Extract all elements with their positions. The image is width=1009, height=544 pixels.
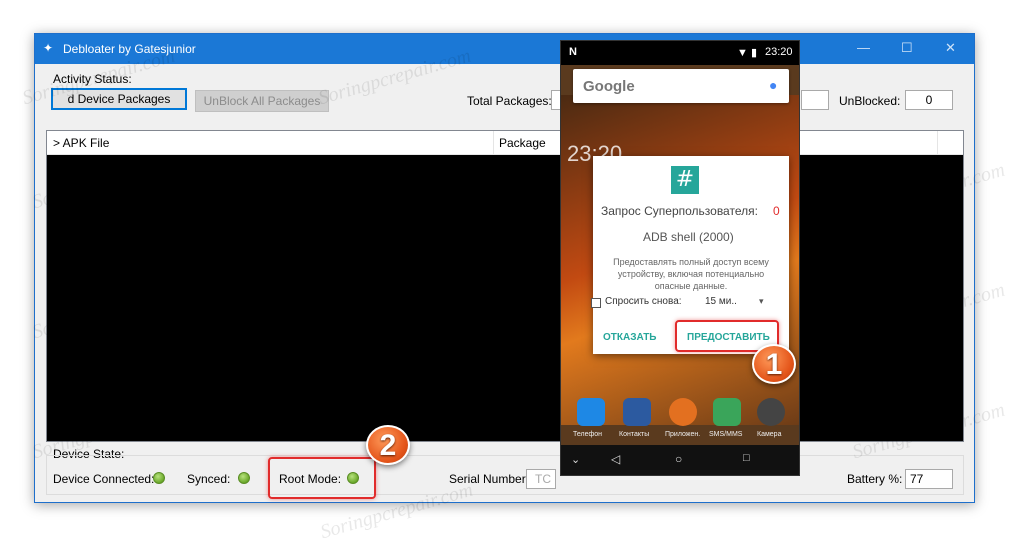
app-logo-icon: ✦ xyxy=(43,41,54,55)
phone-status-bar: N ▼ ▮ 23:20 xyxy=(561,41,799,65)
wifi-battery-icon: ▼ ▮ xyxy=(737,47,757,59)
recents-icon[interactable]: □ xyxy=(743,452,750,464)
dock-label: Приложен. xyxy=(665,431,701,438)
back-icon[interactable]: ◁ xyxy=(611,452,620,466)
battery-label: Battery %: xyxy=(847,472,903,486)
mic-icon[interactable]: ● xyxy=(769,77,777,93)
close-icon[interactable]: ✕ xyxy=(945,40,956,56)
device-connected-led xyxy=(153,472,165,484)
dropdown-arrow-icon[interactable]: ▾ xyxy=(759,296,764,307)
nav-down-icon[interactable]: ⌄ xyxy=(571,453,580,466)
step-2-badge: 2 xyxy=(366,425,410,465)
phone-screenshot: N ▼ ▮ 23:20 Google ● 23:20 # Запрос Супе… xyxy=(560,40,800,476)
column-divider[interactable] xyxy=(937,131,938,155)
remember-label: Спросить снова: xyxy=(605,296,682,307)
superuser-hash-icon: # xyxy=(671,166,699,194)
phone-time: 23:20 xyxy=(765,46,793,58)
apps-drawer-icon[interactable] xyxy=(669,398,697,426)
synced-led xyxy=(238,472,250,484)
dock-label: Контакты xyxy=(619,431,650,438)
dock-label: SMS/MMS xyxy=(709,431,743,438)
contacts-app-icon[interactable] xyxy=(623,398,651,426)
unblocked-count-field: 0 xyxy=(905,90,953,110)
window-title: Debloater by Gatesjunior xyxy=(63,42,196,56)
notification-brand: N xyxy=(569,46,577,58)
dock-label: Телефон xyxy=(573,431,603,438)
synced-label: Synced: xyxy=(187,472,231,486)
dialog-count: 0 xyxy=(773,204,780,218)
maximize-icon[interactable]: ☐ xyxy=(901,40,913,56)
minimize-icon[interactable]: — xyxy=(857,40,870,55)
camera-app-icon[interactable] xyxy=(757,398,785,426)
phone-nav-bar: ⌄ ◁ ○ □ xyxy=(561,445,799,475)
column-package[interactable]: Package xyxy=(499,136,546,150)
dock-label: Камера xyxy=(757,431,782,438)
dialog-app: ADB shell (2000) xyxy=(643,230,734,244)
step-1-badge: 1 xyxy=(752,344,796,384)
debloater-window: ✦ Debloater by Gatesjunior — ☐ ✕ Activit… xyxy=(34,33,975,503)
sms-app-icon[interactable] xyxy=(713,398,741,426)
dialog-title: Запрос Суперпользователя: xyxy=(601,204,758,218)
battery-field: 77 xyxy=(905,469,953,489)
column-apk-file[interactable]: > APK File xyxy=(53,136,109,150)
unblock-all-packages-button[interactable]: UnBlock All Packages xyxy=(195,90,329,112)
google-search-bar[interactable]: Google ● xyxy=(573,69,789,103)
serial-number-field: TC xyxy=(526,469,556,489)
column-divider[interactable] xyxy=(493,131,494,155)
remember-checkbox[interactable] xyxy=(591,298,601,308)
root-mode-callout xyxy=(268,457,376,499)
blocked-field xyxy=(801,90,829,110)
list-header: > APK File Package xyxy=(47,131,963,155)
remember-duration[interactable]: 15 ми.. xyxy=(705,296,737,307)
device-connected-label: Device Connected: xyxy=(53,472,155,486)
dialog-body: Предоставлять полный доступ всему устрой… xyxy=(613,257,769,291)
total-packages-label: Total Packages: xyxy=(467,94,552,108)
google-logo: Google xyxy=(583,78,635,95)
unblocked-label: UnBlocked: xyxy=(839,94,901,108)
phone-app-icon[interactable] xyxy=(577,398,605,426)
deny-button[interactable]: ОТКАЗАТЬ xyxy=(603,332,657,343)
home-icon[interactable]: ○ xyxy=(675,452,682,466)
